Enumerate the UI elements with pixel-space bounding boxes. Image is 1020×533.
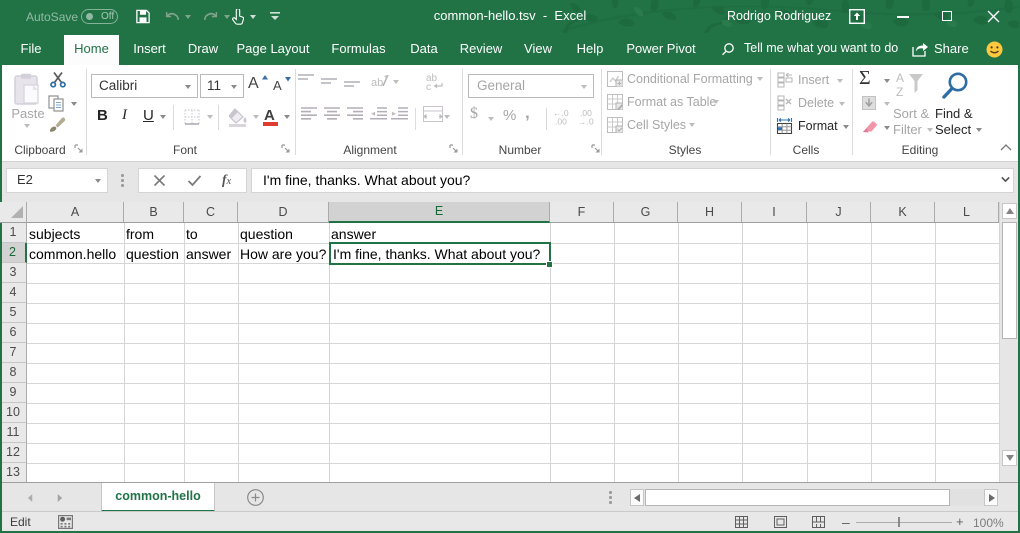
svg-text:→.0: →.0 (578, 117, 594, 126)
svg-text:Z: Z (896, 85, 903, 99)
svg-text:.00: .00 (555, 117, 567, 126)
svg-text:c: c (426, 82, 431, 90)
svg-text:A: A (896, 71, 904, 85)
svg-text:ab: ab (371, 77, 383, 89)
